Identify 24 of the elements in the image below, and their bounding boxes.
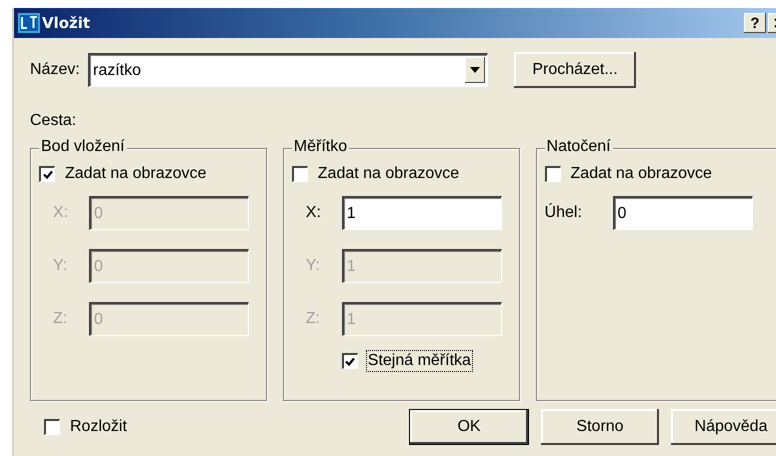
dialog-button[interactable]: Storno — [541, 409, 659, 445]
checkbox-label: Zadat na obrazovce — [570, 165, 712, 183]
name-value: razítko — [93, 62, 142, 80]
field-label: Z: — [304, 310, 321, 328]
name-combobox[interactable]: razítko — [88, 53, 488, 87]
name-label: Název: — [30, 61, 81, 79]
help-button[interactable]: ? — [744, 13, 766, 33]
field-label: Y: — [304, 257, 321, 275]
path-label: Cesta: — [30, 112, 78, 130]
browse-button[interactable]: Procházet... — [514, 52, 636, 88]
checkbox-label: Zadat na obrazovce — [318, 165, 460, 183]
checkbox-label: Rozložit — [70, 418, 127, 436]
input-field[interactable]: 1 — [342, 196, 502, 230]
dialog-button[interactable]: OK — [409, 409, 529, 445]
checkbox-label: Stejná měřítka — [368, 352, 471, 370]
input-field[interactable]: 0 — [612, 196, 753, 230]
checkbox-label: Zadat na obrazovce — [65, 165, 206, 183]
field-label: Úhel: — [544, 204, 583, 222]
field-label: X: — [52, 204, 70, 222]
field-label: X: — [304, 204, 322, 222]
field-label: Z: — [52, 310, 68, 328]
field-label: Y: — [52, 257, 68, 275]
window-title: Vložit — [42, 14, 92, 32]
dialog-button[interactable]: Nápověda — [671, 409, 776, 445]
